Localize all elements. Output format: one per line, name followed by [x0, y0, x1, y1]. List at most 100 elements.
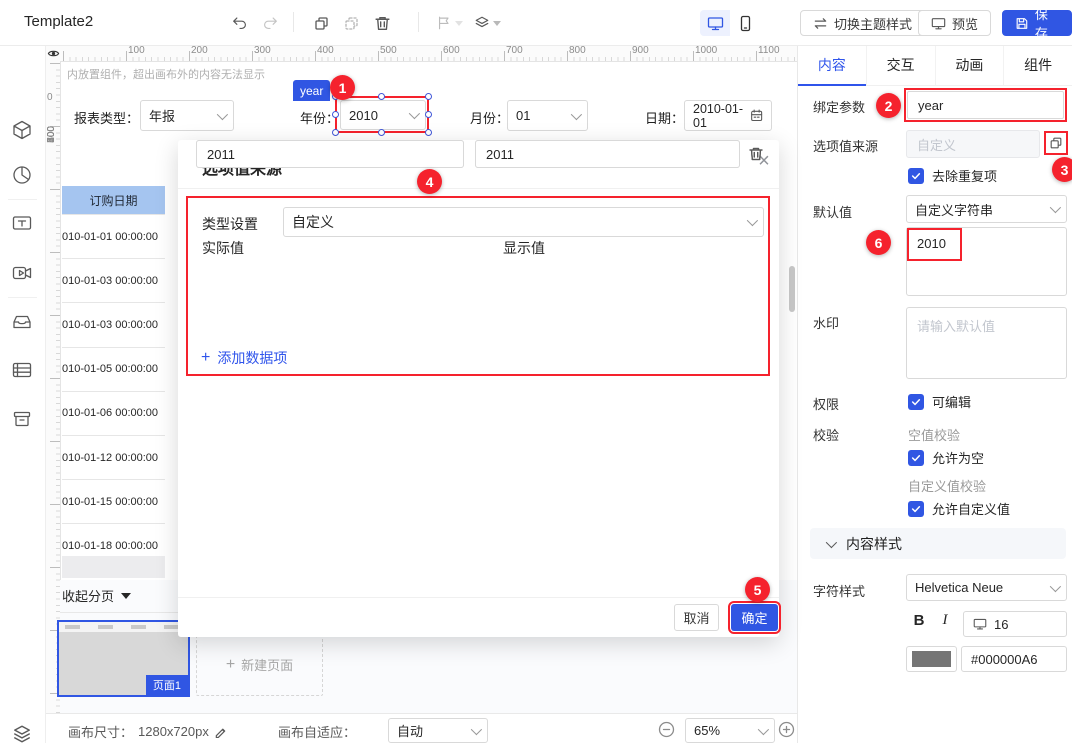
layers-panel-icon[interactable]	[11, 723, 33, 743]
copy-icon[interactable]	[311, 13, 331, 33]
bold-button[interactable]: B	[908, 608, 930, 632]
zoom-in-icon[interactable]	[778, 721, 795, 738]
dialog-footer-divider	[178, 597, 779, 598]
layer-order-icon[interactable]	[472, 13, 502, 33]
date-input[interactable]: 2010-01-01	[684, 100, 772, 131]
table-row[interactable]: 010-01-05 00:00:00	[62, 346, 165, 391]
month-label: 月份：	[470, 111, 510, 126]
canvas-scrollbar[interactable]	[789, 266, 795, 312]
selection-handle[interactable]	[332, 129, 339, 136]
toolbar-divider	[293, 12, 294, 32]
default-type-value: 自定义字符串	[915, 202, 994, 218]
cancel-button[interactable]: 取消	[674, 604, 719, 631]
default-type-select[interactable]: 自定义字符串	[906, 195, 1067, 223]
open-option-source-button[interactable]	[1044, 131, 1068, 155]
default-value-textarea[interactable]: 2010	[906, 227, 1067, 296]
option-source-input[interactable]: 自定义	[906, 130, 1040, 158]
dialog-header-divider	[178, 188, 779, 189]
bind-param-input[interactable]: year	[907, 91, 1064, 119]
type-setting-select[interactable]: 自定义	[283, 207, 764, 237]
properties-panel: 内容 交互 动画 组件 绑定参数 year 选项值来源 自定义 去除重复项 默认…	[797, 45, 1072, 743]
save-button[interactable]: 保存	[1002, 7, 1072, 41]
desktop-view-icon[interactable]	[700, 10, 730, 36]
font-color-input[interactable]: #000000A6	[961, 646, 1067, 672]
table-header-order-date[interactable]: 订购日期	[62, 186, 165, 214]
media-video-icon[interactable]	[11, 262, 33, 284]
checkbox-checked-icon[interactable]	[908, 393, 924, 410]
checkbox-checked-icon[interactable]	[908, 167, 924, 184]
text-widget-icon[interactable]	[11, 212, 33, 234]
zoom-level-value: 65%	[694, 723, 721, 738]
table-widget-icon[interactable]	[11, 359, 33, 381]
zoom-out-icon[interactable]	[658, 721, 675, 738]
confirm-button[interactable]: 确定	[728, 601, 781, 634]
table-row[interactable]: 010-01-03 00:00:00	[62, 302, 165, 346]
preview-button[interactable]: 预览	[918, 10, 992, 36]
tab-interaction[interactable]: 交互	[867, 45, 936, 85]
allow-custom-label: 允许自定义值	[932, 502, 1011, 517]
paste-style-icon[interactable]	[341, 13, 361, 33]
allow-empty-checkbox-row[interactable]: 允许为空	[908, 448, 984, 467]
selection-handle[interactable]	[378, 129, 385, 136]
strip-divider	[60, 612, 180, 613]
ruler-label: 400	[317, 45, 334, 56]
font-family-select[interactable]: Helvetica Neue	[906, 574, 1067, 601]
table-row[interactable]: 010-01-06 00:00:00	[62, 390, 165, 435]
year-select[interactable]: 2010	[340, 100, 426, 130]
redo-icon[interactable]	[260, 13, 280, 33]
font-color-swatch[interactable]	[906, 646, 957, 672]
selection-handle[interactable]	[378, 93, 385, 100]
content-style-label: 内容样式	[846, 535, 902, 552]
page-thumbnail[interactable]: 页面1	[57, 620, 190, 697]
collapse-pagination-toggle[interactable]: 收起分页	[62, 586, 132, 605]
annotation-badge-3: 3	[1052, 157, 1072, 182]
selection-handle[interactable]	[332, 111, 339, 118]
delete-icon[interactable]	[372, 13, 392, 33]
mobile-view-icon[interactable]	[730, 10, 760, 36]
inbox-widget-icon[interactable]	[11, 311, 33, 333]
italic-button[interactable]: I	[934, 608, 956, 632]
editable-checkbox-row[interactable]: 可编辑	[908, 392, 971, 411]
table-row[interactable]: 010-01-15 00:00:00	[62, 479, 165, 523]
switch-theme-button[interactable]: 切换主题样式	[800, 10, 926, 36]
selection-handle[interactable]	[425, 129, 432, 136]
add-data-item-link[interactable]: + 添加数据项	[201, 348, 287, 368]
archive-widget-icon[interactable]	[11, 408, 33, 430]
selection-handle[interactable]	[425, 93, 432, 100]
edit-pencil-icon[interactable]	[214, 725, 227, 738]
tab-content[interactable]: 内容	[798, 45, 867, 86]
actual-value-input[interactable]: 2011	[196, 140, 464, 168]
watermark-label: 水印	[813, 316, 840, 331]
month-select[interactable]: 01	[507, 100, 588, 131]
add-data-item-label: 添加数据项	[217, 350, 288, 366]
annotation-badge-4: 4	[417, 169, 442, 194]
zoom-level-select[interactable]: 65%	[685, 718, 775, 743]
checkbox-checked-icon[interactable]	[908, 500, 924, 517]
dedup-checkbox-row[interactable]: 去除重复项	[908, 166, 997, 185]
delete-row-icon[interactable]	[748, 146, 764, 162]
content-style-section-toggle[interactable]: 内容样式	[810, 528, 1066, 559]
watermark-textarea[interactable]: 请输入默认值	[906, 307, 1067, 379]
new-page-button[interactable]: + 新建页面	[196, 633, 323, 696]
tab-animation[interactable]: 动画	[936, 45, 1005, 85]
checkbox-checked-icon[interactable]	[908, 449, 924, 466]
sidebar-divider	[8, 199, 37, 200]
table-row[interactable]: 010-01-12 00:00:00	[62, 434, 165, 479]
undo-icon[interactable]	[230, 13, 250, 33]
allow-custom-checkbox-row[interactable]: 允许自定义值	[908, 499, 1010, 518]
tab-component[interactable]: 组件	[1004, 45, 1072, 85]
selection-handle[interactable]	[425, 111, 432, 118]
font-size-input[interactable]: 16	[963, 611, 1067, 637]
h-ruler-labels: 100 200 300 400 500 600 700 800 900 1000 1100	[61, 45, 797, 57]
canvas-adaptive-label: 画布自适应：	[278, 725, 357, 740]
widget-cube-icon[interactable]	[11, 119, 33, 141]
chart-pie-icon[interactable]	[11, 164, 33, 186]
ruler-corner-eye-icon[interactable]	[45, 45, 61, 61]
table-row[interactable]: 010-01-01 00:00:00	[62, 214, 165, 258]
table-row[interactable]: 010-01-03 00:00:00	[62, 258, 165, 302]
report-type-select[interactable]: 年报	[140, 100, 234, 131]
align-icon[interactable]	[434, 13, 464, 33]
canvas-adaptive-select[interactable]: 自动	[388, 718, 488, 743]
display-value-input[interactable]: 2011	[475, 140, 740, 168]
canvas-warning-text: 内放置组件，超出画布外的内容无法显示	[67, 69, 265, 81]
